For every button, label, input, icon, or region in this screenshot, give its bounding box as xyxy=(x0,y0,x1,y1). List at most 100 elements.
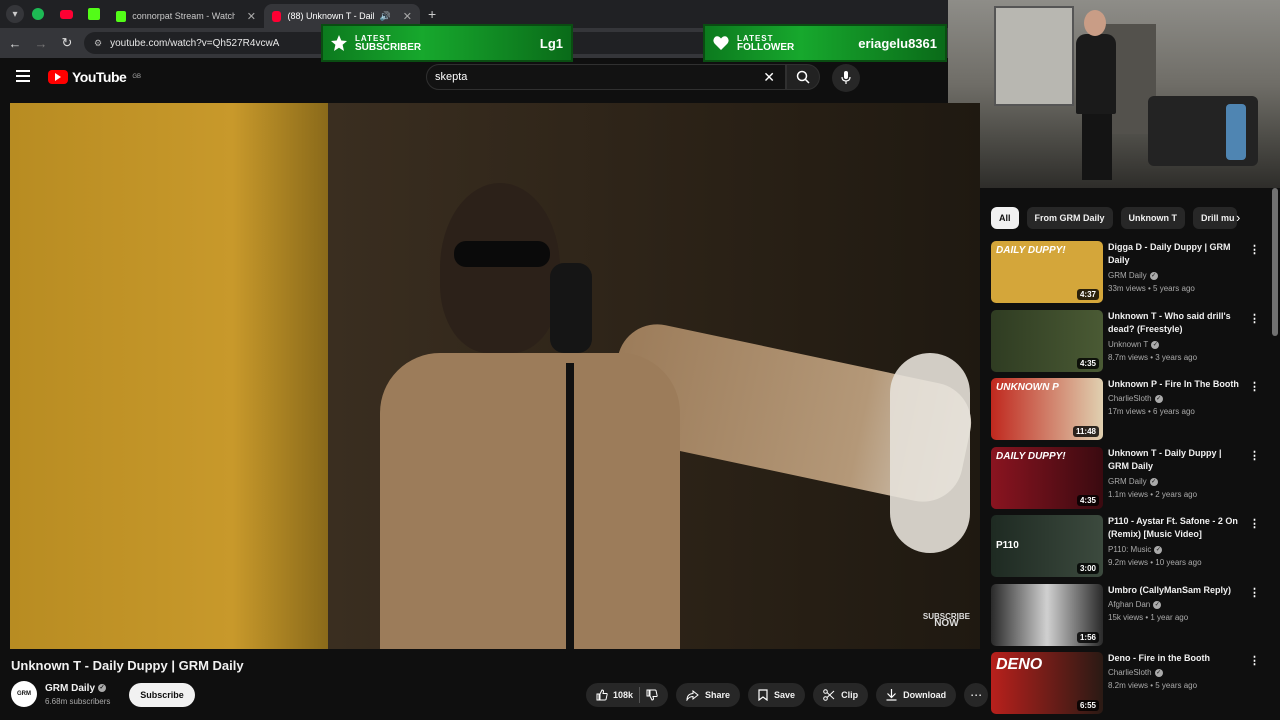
pinned-tab-kick[interactable] xyxy=(80,3,108,25)
rec-channel[interactable]: P110: Music ✓ xyxy=(1108,545,1163,554)
rec-channel[interactable]: Unknown T ✓ xyxy=(1108,340,1160,349)
video-thumbnail[interactable]: DENO 6:55 xyxy=(991,652,1103,714)
streamer-head xyxy=(1084,10,1106,36)
speaker-icon[interactable]: 🔊 xyxy=(380,11,391,22)
related-filter-chips: All From GRM Daily Unknown T Drill mu xyxy=(991,207,1238,229)
voice-search-button[interactable] xyxy=(832,64,860,92)
streamer-legs xyxy=(1082,110,1112,180)
divider xyxy=(639,687,641,703)
rec-channel[interactable]: CharlieSloth ✓ xyxy=(1108,668,1163,677)
video-thumbnail[interactable]: 1:56 xyxy=(991,584,1103,646)
more-vert-icon[interactable]: ⋮ xyxy=(1249,586,1260,599)
rec-meta: 17m views • 6 years ago xyxy=(1108,407,1195,416)
rec-title[interactable]: Unknown T - Who said drill's dead? (Free… xyxy=(1108,310,1244,336)
pinned-tab-youtube[interactable] xyxy=(52,3,80,25)
list-item[interactable]: DAILY DUPPY! 4:37 Digga D - Daily Duppy |… xyxy=(991,241,1271,305)
subscribe-button[interactable]: Subscribe xyxy=(129,683,195,707)
more-vert-icon[interactable]: ⋮ xyxy=(1249,654,1260,667)
close-icon[interactable]: ✕ xyxy=(403,10,412,23)
rec-title[interactable]: Unknown P - Fire In The Booth xyxy=(1108,378,1244,391)
list-item[interactable]: UNKNOWN P 11:48 Unknown P - Fire In The B… xyxy=(991,378,1271,442)
chip-all[interactable]: All xyxy=(991,207,1019,229)
thumbs-down-icon[interactable] xyxy=(646,689,658,701)
list-item[interactable]: P110 3:00 P110 - Aystar Ft. Safone - 2 On… xyxy=(991,515,1271,579)
whiteboard xyxy=(994,6,1074,106)
list-item[interactable]: 4:35 Unknown T - Who said drill's dead? … xyxy=(991,310,1271,374)
video-performer-body xyxy=(380,353,680,649)
rec-title[interactable]: Unknown T - Daily Duppy | GRM Daily xyxy=(1108,447,1244,473)
clear-search-icon[interactable]: ✕ xyxy=(763,69,775,86)
latest-subscriber-overlay: LATEST SUBSCRIBER Lg1 xyxy=(321,24,573,62)
save-label: Save xyxy=(774,690,796,700)
video-performer-head xyxy=(440,183,560,353)
verified-icon: ✓ xyxy=(98,684,107,693)
kick-icon xyxy=(88,8,100,20)
star-icon xyxy=(331,35,347,51)
download-button[interactable]: Download xyxy=(876,683,957,707)
rec-title[interactable]: Deno - Fire in the Booth xyxy=(1108,652,1244,665)
video-thumbnail[interactable]: DAILY DUPPY! 4:35 xyxy=(991,447,1103,509)
scrollbar[interactable] xyxy=(1272,188,1278,336)
video-thumbnail[interactable]: P110 3:00 xyxy=(991,515,1103,577)
rec-channel[interactable]: CharlieSloth ✓ xyxy=(1108,394,1163,403)
video-thumbnail[interactable]: UNKNOWN P 11:48 xyxy=(991,378,1103,440)
microphone-icon xyxy=(841,71,851,84)
webcam-feed xyxy=(948,0,1280,188)
video-thumbnail[interactable]: DAILY DUPPY! 4:37 xyxy=(991,241,1103,303)
more-vert-icon[interactable]: ⋮ xyxy=(1249,449,1260,462)
list-item[interactable]: 1:56 Umbro (CallyManSam Reply) Afghan Da… xyxy=(991,584,1271,648)
menu-icon[interactable] xyxy=(16,70,30,82)
youtube-logo[interactable]: YouTube GB xyxy=(48,69,141,85)
rec-title[interactable]: P110 - Aystar Ft. Safone - 2 On (Remix) … xyxy=(1108,515,1244,541)
heart-icon xyxy=(713,36,729,50)
water-bottle xyxy=(1226,104,1246,160)
chip-unknown-t[interactable]: Unknown T xyxy=(1120,207,1186,229)
close-icon[interactable]: ✕ xyxy=(247,10,256,23)
search-icon xyxy=(796,70,810,84)
search-button[interactable] xyxy=(786,64,820,90)
more-vert-icon[interactable]: ⋮ xyxy=(1249,243,1260,256)
rec-channel[interactable]: GRM Daily ✓ xyxy=(1108,477,1158,486)
reload-icon[interactable]: ↻ xyxy=(56,35,78,51)
tab-connorpat[interactable]: connorpat Stream - Watch Live ✕ xyxy=(108,4,264,28)
chip-drill-music[interactable]: Drill mu xyxy=(1193,207,1238,229)
rec-channel[interactable]: Afghan Dan ✓ xyxy=(1108,600,1162,609)
more-actions-icon[interactable]: ⋯ xyxy=(964,683,989,707)
youtube-play-icon xyxy=(48,70,68,84)
back-arrow-icon[interactable]: ← xyxy=(4,36,26,51)
rec-title[interactable]: Umbro (CallyManSam Reply) xyxy=(1108,584,1244,597)
video-player[interactable]: SUBSCRIBE NOW xyxy=(10,103,980,649)
subscribe-watermark[interactable]: SUBSCRIBE NOW xyxy=(923,613,970,629)
chevron-right-icon[interactable]: › xyxy=(1236,210,1240,225)
new-tab-button[interactable]: + xyxy=(428,6,436,22)
pinned-tab-spotify[interactable] xyxy=(24,3,52,25)
rec-channel[interactable]: GRM Daily ✓ xyxy=(1108,271,1158,280)
search-input[interactable]: skepta ✕ xyxy=(426,64,786,90)
like-dislike-group: 108k xyxy=(586,683,669,707)
forward-arrow-icon[interactable]: → xyxy=(30,36,52,51)
latest-subscriber-name: Lg1 xyxy=(539,35,563,51)
save-button[interactable]: Save xyxy=(748,683,806,707)
site-info-icon[interactable]: ⚙ xyxy=(94,38,102,49)
list-item[interactable]: DENO 6:55 Deno - Fire in the Booth Charli… xyxy=(991,652,1271,716)
clip-button[interactable]: Clip xyxy=(813,683,869,707)
share-button[interactable]: Share xyxy=(676,683,741,707)
like-button[interactable]: 108k xyxy=(596,689,633,701)
share-icon xyxy=(686,689,699,701)
verified-icon: ✓ xyxy=(1153,600,1162,609)
chip-from-grm-daily[interactable]: From GRM Daily xyxy=(1026,207,1113,229)
more-vert-icon[interactable]: ⋮ xyxy=(1249,312,1260,325)
video-title: Unknown T - Daily Duppy | GRM Daily xyxy=(11,658,244,673)
kick-icon xyxy=(116,10,127,22)
more-vert-icon[interactable]: ⋮ xyxy=(1249,380,1260,393)
rec-title[interactable]: Digga D - Daily Duppy | GRM Daily xyxy=(1108,241,1244,267)
video-yellow-wall xyxy=(10,103,328,649)
list-item[interactable]: DAILY DUPPY! 4:35 Unknown T - Daily Duppy… xyxy=(991,447,1271,511)
verified-icon: ✓ xyxy=(1149,271,1158,280)
more-vert-icon[interactable]: ⋮ xyxy=(1249,517,1260,530)
streamer-body xyxy=(1076,34,1116,114)
tab-search-button[interactable]: ▾ xyxy=(6,5,24,23)
video-thumbnail[interactable]: 4:35 xyxy=(991,310,1103,372)
channel-name[interactable]: GRM Daily ✓ xyxy=(45,683,107,694)
channel-avatar[interactable]: GRM xyxy=(11,681,37,707)
